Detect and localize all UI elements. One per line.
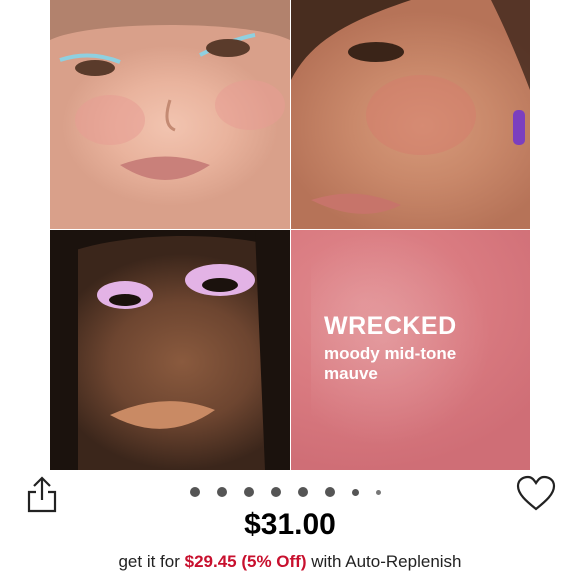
model-face-illustration <box>291 0 530 214</box>
carousel-dot[interactable] <box>325 487 335 497</box>
carousel-dot[interactable] <box>352 488 359 496</box>
carousel-dot[interactable] <box>298 487 308 497</box>
shade-description: moody mid-tone mauve <box>324 344 457 383</box>
model-face-illustration <box>50 230 290 470</box>
model-photo-2 <box>291 0 530 229</box>
offer-discount: $29.45 (5% Off) <box>184 552 307 571</box>
carousel-dot[interactable] <box>217 487 227 497</box>
auto-replenish-offer[interactable]: get it for $29.45 (5% Off) with Auto-Rep… <box>0 552 580 572</box>
carousel-indicator[interactable] <box>190 486 381 498</box>
carousel-dot[interactable] <box>376 489 381 495</box>
offer-suffix: with Auto-Replenish <box>311 552 462 571</box>
carousel-dot[interactable] <box>271 487 281 497</box>
promo-tile: WRECKED moody mid-tone mauve <box>291 230 530 470</box>
shade-name: WRECKED <box>324 312 457 340</box>
offer-prefix: get it for <box>118 552 180 571</box>
product-image-gallery[interactable]: WRECKED moody mid-tone mauve <box>50 0 530 470</box>
model-photo-3 <box>50 230 290 470</box>
model-face-illustration <box>50 0 290 180</box>
carousel-dot[interactable] <box>190 487 200 497</box>
model-photo-1 <box>50 0 290 229</box>
carousel-dot[interactable] <box>244 487 254 497</box>
product-price: $31.00 <box>244 508 336 541</box>
